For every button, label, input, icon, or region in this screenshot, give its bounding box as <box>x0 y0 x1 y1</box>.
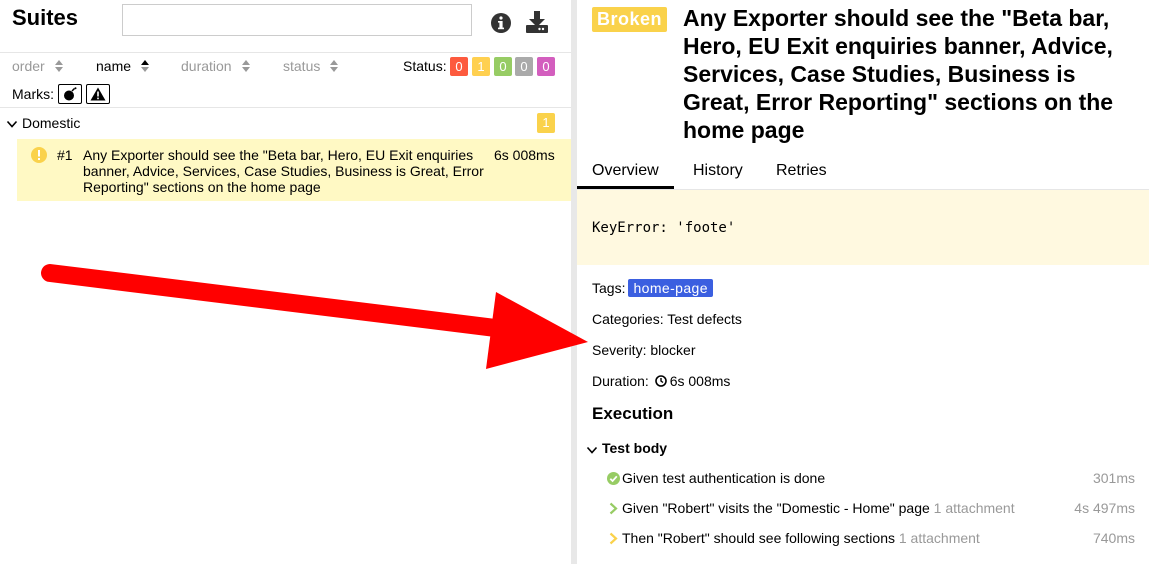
duration-value: 6s 008ms <box>669 373 731 389</box>
suite-group-name: Domestic <box>22 115 81 131</box>
search-input[interactable] <box>122 4 472 36</box>
duration-row: Duration: 6s 008ms <box>592 373 730 389</box>
passed-check-icon <box>607 472 620 485</box>
panel-title: Suites <box>12 5 79 30</box>
marks-label: Marks: <box>12 86 54 102</box>
sort-name-label: name <box>96 58 132 74</box>
chevron-down-icon <box>6 120 18 128</box>
status-unknown-count[interactable]: 0 <box>537 57 555 76</box>
divider <box>0 107 571 108</box>
test-duration: 6s 008ms <box>494 147 555 163</box>
step-duration: 740ms <box>1092 530 1135 546</box>
test-case-row[interactable]: #1 Any Exporter should see the "Beta bar… <box>17 139 571 201</box>
error-message-box[interactable]: KeyError: 'foote' <box>577 190 1149 265</box>
tag-home-page[interactable]: home-page <box>628 279 713 297</box>
step-name: Given "Robert" visits the "Domestic - Ho… <box>622 500 1015 516</box>
status-skipped-count[interactable]: 0 <box>515 57 533 76</box>
sort-icon <box>330 60 339 72</box>
sort-name[interactable]: name <box>96 58 150 74</box>
tab-history[interactable]: History <box>693 162 743 180</box>
step-duration: 301ms <box>1092 470 1135 486</box>
tags-label: Tags: <box>592 280 626 296</box>
step-row[interactable]: Then "Robert" should see following secti… <box>577 529 1149 551</box>
status-broken-count[interactable]: 1 <box>472 57 490 76</box>
tab-retries[interactable]: Retries <box>776 162 827 180</box>
suites-panel: Suites order name duration status Status… <box>0 0 571 564</box>
categories-row: Categories: Test defects <box>592 311 742 327</box>
tags-row: Tags: home-page <box>592 279 713 297</box>
step-attachments: 1 attachment <box>898 530 980 546</box>
suite-group-count: 1 <box>537 113 555 133</box>
test-title: Any Exporter should see the "Beta bar, H… <box>683 5 1114 143</box>
tab-overview[interactable]: Overview <box>592 162 659 180</box>
suite-group-domestic[interactable]: Domestic 1 <box>0 113 571 135</box>
info-icon[interactable] <box>490 12 512 34</box>
step-name: Given test authentication is done <box>622 470 825 486</box>
flaky-mark-toggle[interactable] <box>58 84 82 104</box>
warning-icon <box>90 87 106 101</box>
severity-row: Severity: blocker <box>592 342 696 358</box>
sort-status-label: status <box>283 58 321 74</box>
duration-label: Duration: <box>592 373 649 389</box>
status-filter-label: Status: <box>403 58 447 74</box>
step-duration: 4s 497ms <box>1074 500 1135 516</box>
step-name: Then "Robert" should see following secti… <box>622 530 980 546</box>
broken-status-icon <box>31 147 47 163</box>
test-name: Any Exporter should see the "Beta bar, H… <box>83 147 484 195</box>
status-badge: Broken <box>592 7 668 32</box>
known-issue-mark-toggle[interactable] <box>86 84 110 104</box>
error-message: KeyError: 'foote' <box>592 220 736 236</box>
execution-heading: Execution <box>592 404 674 423</box>
sort-icon <box>241 60 250 72</box>
clock-icon <box>654 375 667 387</box>
test-body-label: Test body <box>602 440 668 456</box>
divider <box>0 52 571 53</box>
sort-status[interactable]: status <box>283 58 339 74</box>
sort-order[interactable]: order <box>12 58 63 74</box>
sort-order-label: order <box>12 58 45 74</box>
step-attachments: 1 attachment <box>933 500 1015 516</box>
chevron-right-icon <box>609 502 618 515</box>
status-failed-count[interactable]: 0 <box>450 57 468 76</box>
step-text: Given "Robert" visits the "Domestic - Ho… <box>622 500 930 516</box>
step-row[interactable]: Given test authentication is done 301ms <box>577 469 1149 491</box>
sort-icon <box>54 60 63 72</box>
step-row[interactable]: Given "Robert" visits the "Domestic - Ho… <box>577 499 1149 521</box>
sort-asc-icon <box>141 60 150 72</box>
step-text: Then "Robert" should see following secti… <box>622 530 895 546</box>
chevron-right-icon <box>609 532 618 545</box>
sort-duration[interactable]: duration <box>181 58 250 74</box>
test-detail-panel: Broken Any Exporter should see the "Beta… <box>577 0 1149 564</box>
bomb-icon <box>64 87 77 101</box>
sort-duration-label: duration <box>181 58 232 74</box>
download-icon[interactable] <box>525 10 549 34</box>
test-number: #1 <box>57 147 73 163</box>
chevron-down-icon <box>586 446 598 454</box>
step-text: Given test authentication is done <box>622 470 826 486</box>
status-passed-count[interactable]: 0 <box>494 57 512 76</box>
